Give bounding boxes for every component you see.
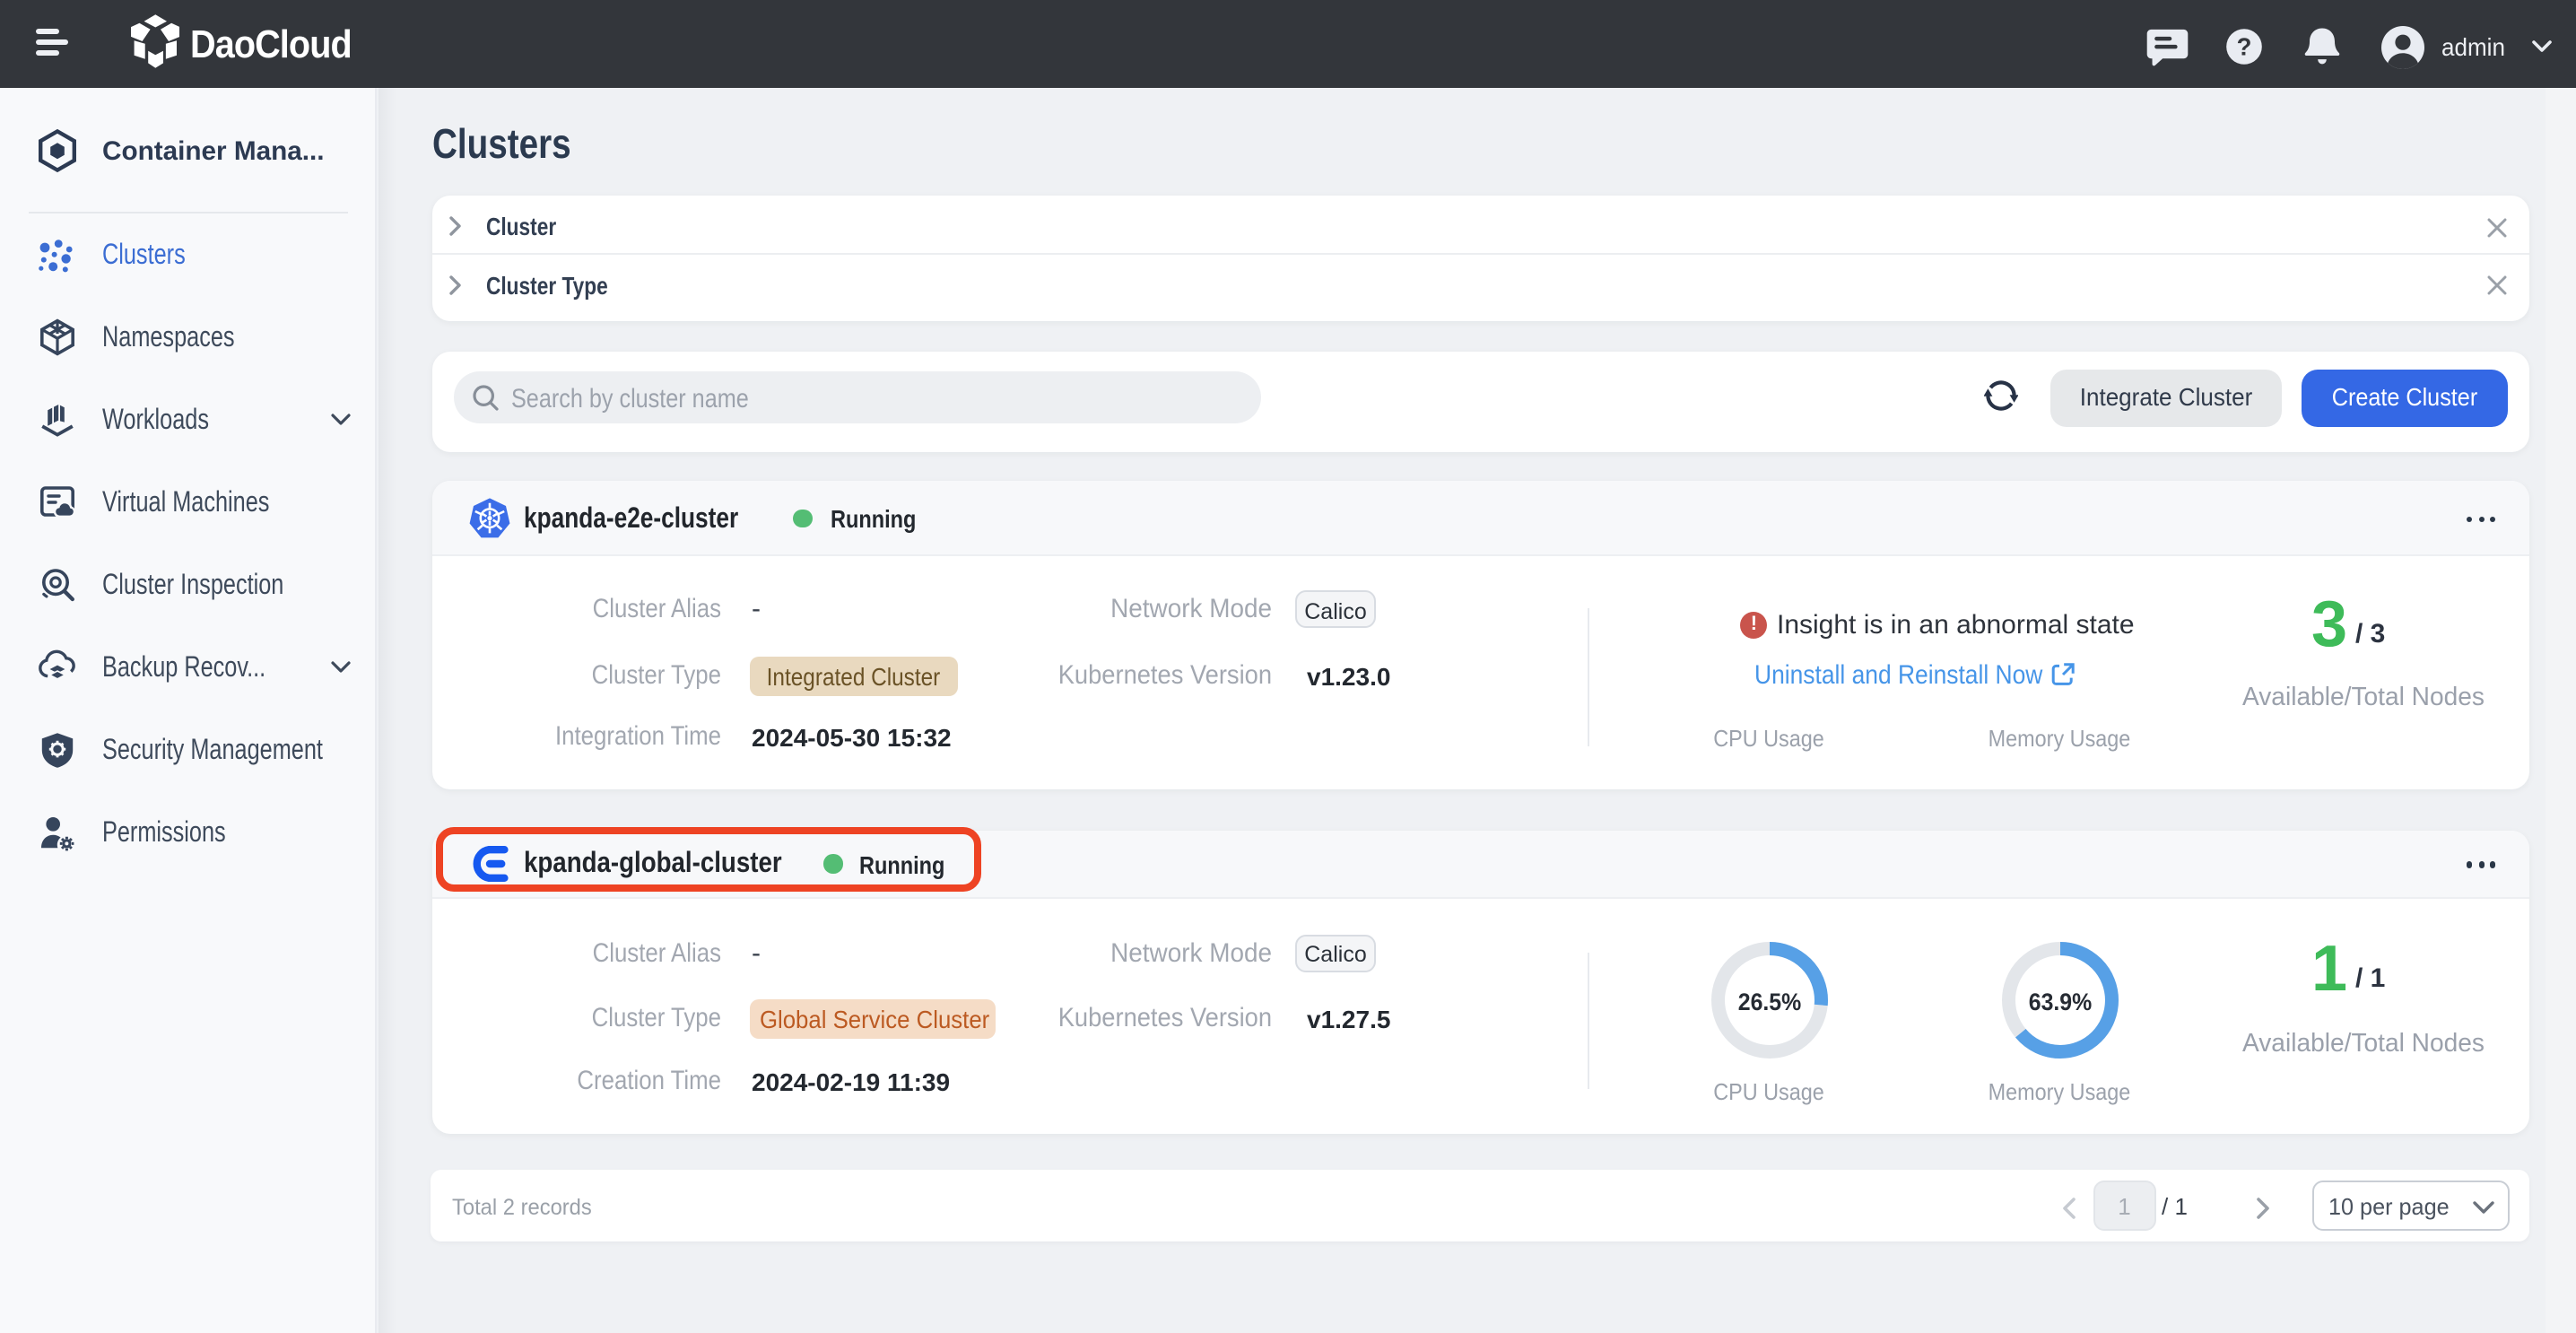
svg-text:?: ?	[2236, 33, 2251, 61]
